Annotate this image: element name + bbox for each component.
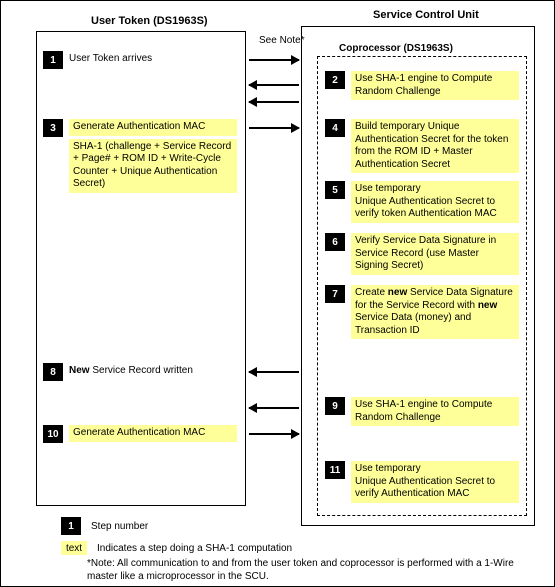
legend-number-label: Step number	[91, 521, 148, 532]
step-3: 3 Generate Authentication MAC SHA-1 (cha…	[43, 119, 238, 193]
step-text: Use temporary Unique Authentication Secr…	[351, 461, 519, 503]
step-11: 11 Use temporary Unique Authentication S…	[325, 461, 521, 503]
step-5: 5 Use temporary Unique Authentication Se…	[325, 181, 521, 223]
step-text: User Token arrives	[69, 51, 152, 68]
coprocessor-title: Coprocessor (DS1963S)	[335, 43, 457, 54]
arrow-1-to-scu	[249, 59, 299, 61]
step-9: 9 Use SHA-1 engine to Compute Random Cha…	[325, 397, 521, 426]
step-number: 9	[325, 397, 345, 415]
step-text: Use SHA-1 engine to Compute Random Chall…	[351, 71, 519, 100]
arrow-2b-to-token	[249, 101, 299, 103]
step-detail: SHA-1 (challenge + Service Record + Page…	[69, 139, 237, 193]
step-number: 4	[325, 119, 345, 137]
arrow-10-to-scu	[249, 433, 299, 435]
arrow-9-to-token	[249, 407, 299, 409]
arrow-3-to-scu	[249, 127, 299, 129]
legend-number-icon: 1	[61, 517, 81, 535]
step-text: Create new Service Data Signature for th…	[351, 285, 519, 339]
legend-sha: text Indicates a step doing a SHA-1 comp…	[61, 541, 292, 555]
arrow-2-to-token	[249, 84, 299, 86]
step-text: Generate Authentication MAC	[69, 425, 237, 442]
step-text: Verify Service Data Signature in Service…	[351, 233, 519, 275]
footnote: *Note: All communication to and from the…	[87, 557, 517, 583]
step-number: 11	[325, 461, 345, 479]
step-text: Use temporary Unique Authentication Secr…	[351, 181, 519, 223]
step-6: 6 Verify Service Data Signature in Servi…	[325, 233, 521, 275]
step-text: Use SHA-1 engine to Compute Random Chall…	[351, 397, 519, 426]
step-number: 6	[325, 233, 345, 251]
user-token-title: User Token (DS1963S)	[91, 15, 208, 27]
step-number: 5	[325, 181, 345, 199]
see-note-label: See Note*	[259, 35, 305, 46]
step-text: New Service Record written	[69, 363, 193, 380]
legend-stepnum: 1 Step number	[61, 517, 292, 535]
step-number: 10	[43, 425, 63, 443]
step-number: 1	[43, 51, 63, 69]
step-8: 8 New Service Record written	[43, 363, 238, 381]
new-label: New	[69, 365, 90, 376]
legend-sha-icon: text	[61, 541, 87, 555]
step-number: 8	[43, 363, 63, 381]
step-7: 7 Create new Service Data Signature for …	[325, 285, 521, 339]
step-2: 2 Use SHA-1 engine to Compute Random Cha…	[325, 71, 521, 100]
step-body-wrap: Generate Authentication MAC SHA-1 (chall…	[69, 119, 237, 193]
step-text: Build temporary Unique Authentication Se…	[351, 119, 519, 173]
legend-sha-label: Indicates a step doing a SHA-1 computati…	[97, 543, 292, 554]
step-number: 2	[325, 71, 345, 89]
step-4: 4 Build temporary Unique Authentication …	[325, 119, 521, 173]
diagram-page: User Token (DS1963S) Service Control Uni…	[0, 0, 555, 587]
step-text: Generate Authentication MAC	[69, 119, 237, 136]
legend: 1 Step number text Indicates a step doin…	[61, 517, 292, 561]
service-control-unit-title: Service Control Unit	[373, 9, 479, 21]
step-10: 10 Generate Authentication MAC	[43, 425, 238, 443]
arrow-7-to-token	[249, 371, 299, 373]
step-number: 3	[43, 119, 63, 137]
step-number: 7	[325, 285, 345, 303]
step-1: 1 User Token arrives	[43, 51, 238, 69]
